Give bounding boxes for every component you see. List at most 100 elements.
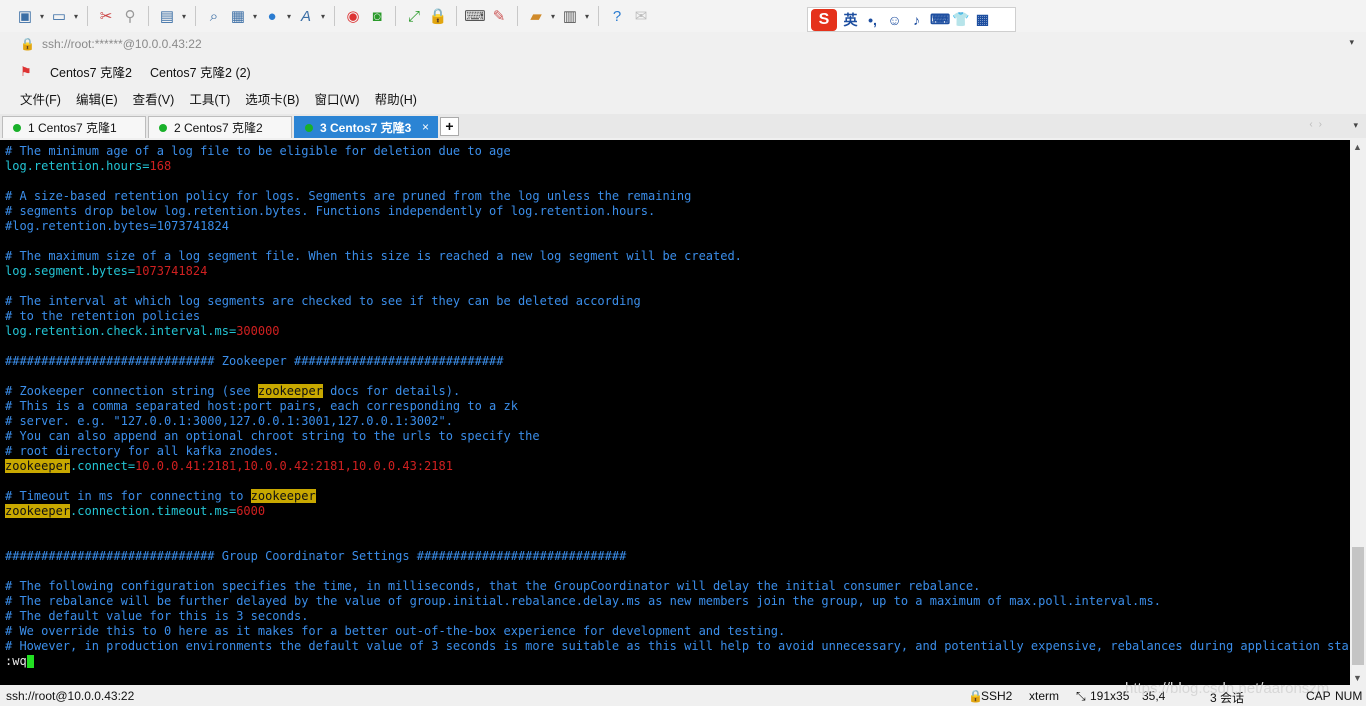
scroll-down-icon[interactable]: ▼	[1353, 673, 1362, 683]
toolbar-separator	[517, 6, 518, 26]
emoji-icon[interactable]: ☺	[886, 12, 903, 28]
links-flag-icon: ⚑	[20, 64, 32, 79]
status-size: 191x35	[1090, 689, 1130, 703]
terminal-text: 168	[149, 159, 172, 173]
soft-keyboard-icon[interactable]: ⌨	[930, 11, 950, 28]
find-icon[interactable]: ⌕	[203, 5, 225, 27]
terminal-text: # The default value for this is 3 second…	[5, 609, 309, 623]
new-session-dropdown-icon[interactable]: ▾	[38, 12, 46, 21]
terminal-line: # This is a comma separated host:port pa…	[5, 399, 1350, 414]
help-icon[interactable]: ?	[606, 5, 628, 27]
menu-view[interactable]: 查看(V)	[133, 89, 175, 108]
tab-session-2[interactable]: 2 Centos7 克隆2	[148, 116, 292, 138]
status-term: xterm	[1029, 689, 1059, 703]
address-dropdown-icon[interactable]: ▾	[1349, 37, 1354, 48]
xftp-icon[interactable]: ◙	[366, 5, 388, 27]
terminal-line: # to the retention policies	[5, 309, 1350, 324]
ime-toolbar: S 英 •, ☺ ♪ ⌨ 👕 ▦	[807, 7, 1016, 32]
new-tab-icon[interactable]: ▤	[156, 5, 178, 27]
highlight-icon[interactable]: ✎	[488, 5, 510, 27]
terminal-text: zookeeper	[250, 489, 316, 503]
voice-icon[interactable]: ♪	[908, 12, 925, 28]
terminal-text: log.retention.check.interval.ms=	[5, 324, 237, 338]
open-dropdown-icon[interactable]: ▾	[72, 12, 80, 21]
terminal-text: 1073741824	[135, 264, 208, 278]
tab-scroll-arrows-icon[interactable]: ‹›	[1309, 119, 1328, 130]
font-icon[interactable]: A	[295, 5, 317, 27]
font-dropdown-icon[interactable]: ▾	[319, 12, 327, 21]
menu-tools[interactable]: 工具(T)	[189, 89, 230, 108]
terminal-line: # However, in production environments th…	[5, 639, 1350, 654]
terminal-line: # The following configuration specifies …	[5, 579, 1350, 594]
terminal-text: log.retention.hours=	[5, 159, 150, 173]
skin-icon[interactable]: 👕	[952, 11, 969, 28]
terminal-text: # This is a comma separated host:port pa…	[5, 399, 518, 413]
add-tab-button[interactable]: +	[440, 117, 459, 136]
lock-icon[interactable]: 🔒	[427, 5, 449, 27]
layout-icon[interactable]: ▥	[559, 5, 581, 27]
terminal-line: # server. e.g. "127.0.0.1:3000,127.0.0.1…	[5, 414, 1350, 429]
terminal-text: # segments drop below log.retention.byte…	[5, 204, 656, 218]
status-protocol: SSH2	[981, 689, 1013, 703]
toolbar-separator	[87, 6, 88, 26]
menu-help[interactable]: 帮助(H)	[375, 89, 417, 108]
menu-tabs[interactable]: 选项卡(B)	[245, 89, 299, 108]
toolbox-icon[interactable]: ▦	[974, 11, 991, 28]
terminal-line: # The rebalance will be further delayed …	[5, 594, 1350, 609]
chat-icon[interactable]: ✉	[630, 5, 652, 27]
tab-session-3[interactable]: 3 Centos7 克隆3 ×	[294, 116, 438, 138]
address-value[interactable]: ssh://root:******@10.0.0.43:22	[42, 37, 202, 51]
menu-file[interactable]: 文件(F)	[20, 89, 61, 108]
terminal-text: ############################# Zookeeper …	[5, 354, 504, 368]
terminal-scrollbar[interactable]: ▲ ▼	[1350, 140, 1366, 685]
scroll-up-icon[interactable]: ▲	[1353, 142, 1362, 152]
keyboard-icon[interactable]: ⌨	[464, 5, 486, 27]
terminal-text: # You can also append an optional chroot…	[5, 429, 540, 443]
connected-status-icon	[305, 123, 313, 132]
tab-session-1[interactable]: 1 Centos7 克隆1	[2, 116, 146, 138]
scrollbar-thumb[interactable]	[1352, 547, 1364, 665]
tab-label: 2 Centos7 克隆2	[174, 121, 263, 135]
properties-dropdown-icon[interactable]: ▾	[251, 12, 259, 21]
record-icon[interactable]: ◉	[342, 5, 364, 27]
tab-list-dropdown-icon[interactable]: ▾	[1353, 120, 1358, 131]
ime-punct-toggle[interactable]: •,	[864, 12, 881, 28]
compose-icon[interactable]: ▰	[525, 5, 547, 27]
ime-language-toggle[interactable]: 英	[842, 10, 859, 30]
terminal-text: # The following configuration specifies …	[5, 579, 981, 593]
fullscreen-icon[interactable]: ⤢	[403, 5, 425, 27]
terminal-text: # The minimum age of a log file to be el…	[5, 144, 511, 158]
links-bar: ⚑ Centos7 克隆2 Centos7 克隆2 (2)	[0, 58, 1366, 84]
globe-icon[interactable]: ●	[261, 5, 283, 27]
link-item[interactable]: Centos7 克隆2 (2)	[150, 62, 251, 81]
layout-dropdown-icon[interactable]: ▾	[583, 12, 591, 21]
menu-edit[interactable]: 编辑(E)	[76, 89, 118, 108]
new-tab-dropdown-icon[interactable]: ▾	[180, 12, 188, 21]
terminal-text: # A size-based retention policy for logs…	[5, 189, 692, 203]
globe-dropdown-icon[interactable]: ▾	[285, 12, 293, 21]
terminal-line: # The minimum age of a log file to be el…	[5, 144, 1350, 159]
new-session-icon[interactable]: ▣	[14, 5, 36, 27]
properties-icon[interactable]: ▦	[227, 5, 249, 27]
open-folder-icon[interactable]: ▭	[48, 5, 70, 27]
terminal-text: # However, in production environments th…	[5, 639, 1350, 653]
compose-dropdown-icon[interactable]: ▾	[549, 12, 557, 21]
terminal-text: #log.retention.bytes=1073741824	[5, 219, 229, 233]
disconnect-icon[interactable]: ✂	[95, 5, 117, 27]
tab-label: 3 Centos7 克隆3	[320, 121, 412, 135]
status-num: NUM	[1335, 689, 1363, 703]
toolbar-separator	[598, 6, 599, 26]
terminal-line: # The interval at which log segments are…	[5, 294, 1350, 309]
menu-window[interactable]: 窗口(W)	[314, 89, 359, 108]
terminal-output[interactable]: # The minimum age of a log file to be el…	[0, 140, 1350, 685]
sogou-logo-icon[interactable]: S	[811, 8, 837, 31]
link-item[interactable]: Centos7 克隆2	[50, 62, 132, 81]
reconnect-icon[interactable]: ⚲	[119, 5, 141, 27]
address-bar[interactable]: 🔒 ssh://root:******@10.0.0.43:22 ▾	[0, 32, 1366, 56]
close-tab-icon[interactable]: ×	[422, 120, 429, 134]
